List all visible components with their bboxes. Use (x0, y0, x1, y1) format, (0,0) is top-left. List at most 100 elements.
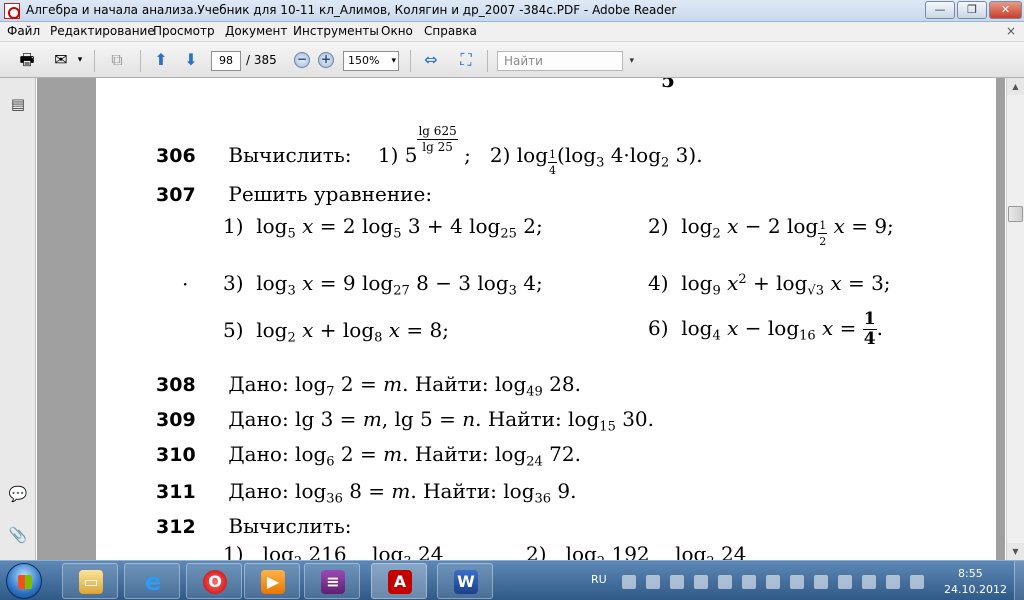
problem-number: 310 (156, 444, 196, 466)
title-bar: Алгебра и начала анализа.Учебник для 10-… (0, 0, 1024, 22)
problem-312: 312 Вычислить: (156, 514, 352, 538)
minimize-button[interactable]: — (925, 1, 955, 19)
network-icon[interactable] (622, 575, 636, 589)
fit-page-icon[interactable]: ⛶ (455, 50, 477, 70)
winrar-icon: ≡ (321, 570, 345, 594)
problem-number: 312 (156, 516, 196, 538)
sync-icon[interactable] (694, 575, 708, 589)
problem-label: Решить уравнение: (228, 182, 433, 206)
problem-number: 308 (156, 374, 196, 396)
start-button[interactable] (6, 563, 42, 599)
problem-number: 311 (156, 481, 196, 503)
zoom-out-icon[interactable]: − (294, 52, 310, 68)
menu-tools[interactable]: Инструменты (293, 24, 379, 38)
print-icon[interactable]: 🖶 (16, 50, 38, 70)
tray-app-icon[interactable] (814, 575, 828, 589)
window-title: Алгебра и начала анализа.Учебник для 10-… (26, 3, 677, 17)
usb-icon[interactable] (766, 575, 780, 589)
scroll-up-icon[interactable]: ▲ (1007, 78, 1024, 95)
equation-307-2: 2) log2 x − 2 log 1 2 x = 9; (648, 214, 894, 249)
show-desktop-button[interactable] (1014, 561, 1024, 600)
comments-icon[interactable]: 💬 (8, 484, 28, 504)
top-fragment: 5 (661, 78, 675, 92)
tray-app-icon[interactable] (646, 575, 660, 589)
tray-app-icon[interactable] (862, 575, 876, 589)
search-input[interactable]: Найти ▾ (497, 51, 634, 71)
problem-306: 306 Вычислить: 1) 5 lg 625 lg 25 ; 2) log 1… (156, 124, 703, 177)
document-page[interactable]: 5 306 Вычислить: 1) 5 lg 625 lg 25 ; 2) lo… (96, 78, 996, 560)
zoom-select[interactable]: 150% ▾ (343, 51, 399, 71)
problem-number: 309 (156, 409, 196, 431)
menu-bar: Файл Редактирование Просмотр Документ Ин… (0, 22, 1024, 42)
taskbar-word[interactable]: W (437, 563, 493, 599)
email-dropdown-icon[interactable]: ▾ (74, 50, 86, 70)
bluetooth-icon[interactable] (670, 575, 684, 589)
language-indicator[interactable]: RU (591, 573, 607, 586)
adobe-reader-icon (4, 3, 20, 19)
clock-time[interactable]: 8:55 (958, 567, 983, 580)
taskbar-opera[interactable]: O (186, 563, 242, 599)
toolbar-separator (410, 50, 411, 72)
menu-file[interactable]: Файл (7, 24, 40, 38)
adobe-reader-icon: A (388, 570, 412, 594)
equation-307-5: 5) log2 x + log8 x = 8; (223, 318, 449, 346)
toolbar-separator (140, 50, 141, 72)
equation-307-4: 4) log9 x2 + log√3 x = 3; (648, 271, 891, 299)
menu-edit[interactable]: Редактирование (50, 24, 155, 38)
equation-312-1: 1) log2 216 log3 24 (223, 542, 444, 560)
page-number-input[interactable]: 98 (211, 51, 241, 71)
problem-309: 309 Дано: lg 3 = m, lg 5 = n. Найти: log… (156, 407, 655, 435)
clock-date[interactable]: 24.10.2012 (944, 583, 1007, 596)
toolbar: 🖶 ✉ ▾ ⧉ ⬆ ⬇ 98 / 385 − + 150% ▾ ⇔ ⛶ Найт… (0, 42, 1024, 78)
action-center-flag-icon[interactable] (886, 575, 900, 589)
collaborate-icon[interactable]: ⧉ (106, 50, 128, 70)
taskbar-explorer[interactable]: ▭ (62, 563, 118, 599)
internet-explorer-icon: e (144, 568, 162, 596)
scroll-thumb[interactable] (1008, 206, 1023, 222)
find-label: Найти: (414, 442, 489, 466)
taskbar-media-player[interactable]: ▶ (244, 563, 300, 599)
tray-app-icon[interactable] (790, 575, 804, 589)
previous-page-icon[interactable]: ⬆ (150, 50, 172, 70)
taskbar-adobe-reader[interactable]: A (371, 563, 427, 599)
search-placeholder: Найти (504, 54, 543, 68)
find-label: Найти: (423, 479, 497, 503)
menu-view[interactable]: Просмотр (153, 24, 215, 38)
taskbar-internet-explorer[interactable]: e (124, 563, 180, 599)
next-page-icon[interactable]: ⬇ (180, 50, 202, 70)
email-icon[interactable]: ✉ (50, 50, 72, 70)
page-total: / 385 (246, 53, 277, 67)
problem-number: 307 (156, 184, 196, 206)
maximize-button[interactable]: ❐ (957, 1, 987, 19)
equation-307-3: 3) log3 x = 9 log27 8 − 3 log3 4; (223, 271, 543, 299)
scroll-down-icon[interactable]: ▼ (1007, 543, 1024, 560)
document-close-button[interactable]: × (1006, 24, 1016, 38)
given-label: Дано: (228, 442, 289, 466)
zoom-in-icon[interactable]: + (318, 52, 334, 68)
tray-app-icon[interactable] (718, 575, 732, 589)
menu-help[interactable]: Справка (424, 24, 477, 38)
menu-window[interactable]: Окно (381, 24, 413, 38)
zoom-value: 150% (348, 54, 380, 67)
equation-307-6: 6) log4 x − log16 x = 14. (648, 309, 883, 349)
tray-app-icon[interactable] (838, 575, 852, 589)
battery-icon[interactable] (742, 575, 756, 589)
word-icon: W (454, 570, 478, 594)
attachments-icon[interactable]: 📎 (8, 525, 28, 545)
menu-document[interactable]: Документ (225, 24, 287, 38)
taskbar: ▭ e O ▶ ≡ A W RU 8:55 24.10.2012 (0, 560, 1024, 600)
problem-310: 310 Дано: log6 2 = m. Найти: log24 72. (156, 442, 581, 470)
given-label: Дано: (228, 407, 289, 431)
dot-marker: · (182, 272, 189, 296)
taskbar-winrar[interactable]: ≡ (304, 563, 360, 599)
fit-width-icon[interactable]: ⇔ (420, 50, 442, 70)
problem-307: 307 Решить уравнение: (156, 182, 432, 206)
pages-icon[interactable]: ▤ (8, 94, 28, 114)
equation-307-1: 1) log5 x = 2 log5 3 + 4 log25 2; (223, 214, 543, 242)
find-label: Найти: (414, 372, 489, 396)
volume-icon[interactable] (910, 575, 924, 589)
close-button[interactable]: ✕ (989, 1, 1022, 19)
vertical-scrollbar[interactable]: ▲ ▼ (1006, 78, 1024, 560)
chevron-down-icon[interactable]: ▾ (629, 52, 634, 70)
find-label: Найти: (487, 407, 562, 431)
